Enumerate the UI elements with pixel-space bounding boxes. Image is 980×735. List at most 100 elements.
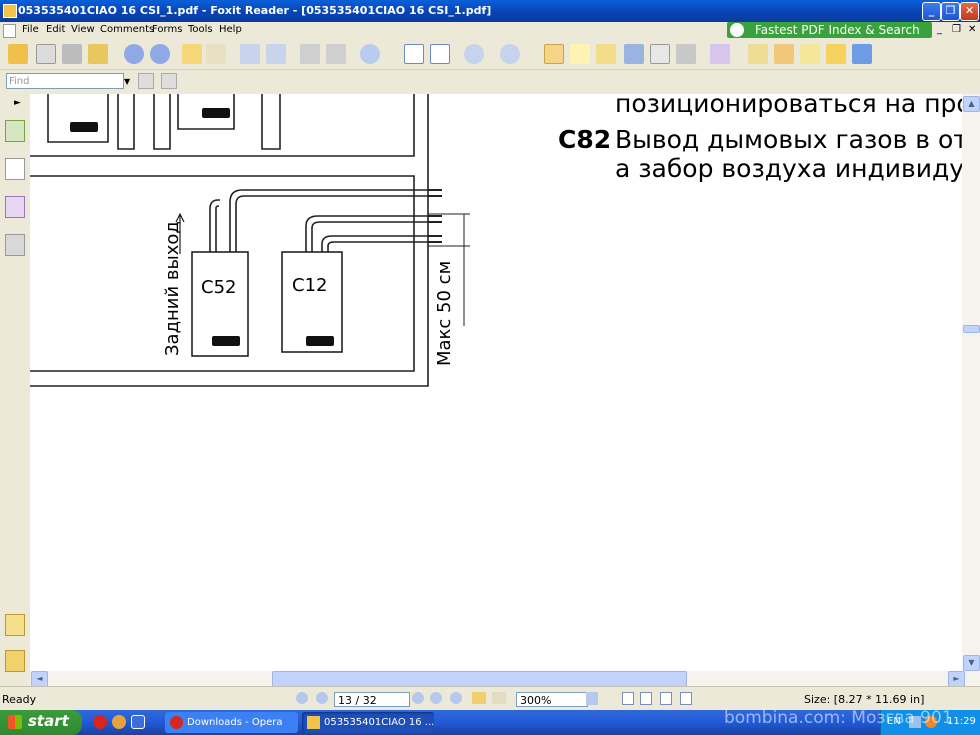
menu-forms[interactable]: Forms [152,24,182,35]
doc-text-line3: а забор воздуха индивидуа. [615,154,962,183]
scroll-up-icon[interactable]: ▲ [963,96,980,112]
select-annotation-icon[interactable] [596,44,616,64]
doc-restore-button[interactable]: ❐ [952,24,961,35]
task-opera[interactable]: Downloads - Opera [165,712,298,733]
boiler-display-icon [70,122,98,132]
next-page-status-icon[interactable] [430,692,442,704]
title-bar[interactable]: 053535401CIAO 16 CSI_1.pdf - Foxit Reade… [0,0,980,22]
opera-quicklaunch-icon[interactable] [93,715,107,729]
prev-page-icon[interactable] [316,692,328,704]
save-icon[interactable] [36,44,56,64]
scroll-thumb[interactable] [963,325,980,333]
close-button[interactable]: ✕ [960,2,979,21]
label-max-50cm: Макс 50 см [434,260,455,366]
email-icon[interactable] [88,44,108,64]
forward-icon[interactable] [206,44,226,64]
find-next-icon[interactable] [161,73,177,89]
vertical-scrollbar[interactable]: ▲ ▼ [962,94,980,671]
previous-page-icon[interactable] [124,44,144,64]
menu-comments[interactable]: Comments [100,24,154,35]
fit-width-icon[interactable] [430,44,450,64]
task-foxit[interactable]: 053535401CIAO 16 ... [302,712,434,733]
boiler-display-icon [306,336,334,346]
doc-text-line1: позиционироваться на прот [615,94,962,118]
doc-close-button[interactable]: ✕ [968,24,976,35]
zoom-in-small-icon[interactable] [500,44,520,64]
find-bar: Find ▼ [0,70,980,94]
comments-icon[interactable] [5,614,25,636]
history-forward-icon[interactable] [492,692,506,704]
select-text-icon[interactable] [570,44,590,64]
history-back-icon[interactable] [472,692,486,704]
hscroll-thumb[interactable] [272,671,687,687]
foxit-app-icon [3,4,17,18]
first-page-icon[interactable] [296,692,308,704]
start-button[interactable]: start [0,710,82,735]
attachments-icon[interactable] [5,650,25,672]
bookmarks-icon[interactable] [5,120,25,142]
scroll-left-icon[interactable]: ◄ [31,671,48,687]
document-view[interactable]: позиционироваться на прот C82 Вывод дымо… [30,94,962,671]
extract-page-icon[interactable] [240,44,260,64]
find-previous-icon[interactable] [138,73,154,89]
facing-icon[interactable] [660,692,672,705]
back-icon[interactable] [182,44,202,64]
doc-code-c82: C82 [558,125,612,154]
continuous-icon[interactable] [640,692,652,705]
scroll-down-icon[interactable]: ▼ [963,655,980,671]
window-title: 053535401CIAO 16 CSI_1.pdf - Foxit Reade… [18,4,492,17]
continuous-facing-icon[interactable] [680,692,692,705]
note-icon[interactable] [710,44,730,64]
expand-panel-icon[interactable]: ► [14,98,21,108]
boiler-display-icon [202,108,230,118]
pencil-icon[interactable] [774,44,794,64]
zoom-in-icon[interactable] [360,44,380,64]
undo-icon[interactable] [300,44,320,64]
redo-icon[interactable] [326,44,346,64]
layers-icon[interactable] [5,234,25,256]
zoom-out-icon[interactable] [464,44,484,64]
next-page-icon[interactable] [150,44,170,64]
scroll-right-icon[interactable]: ► [948,671,965,687]
menu-file[interactable]: File [22,24,39,35]
zoom-dropdown-icon[interactable] [586,692,598,705]
textbox-icon[interactable] [800,44,820,64]
open-icon[interactable] [8,44,28,64]
insert-page-icon[interactable] [266,44,286,64]
doc-minimize-button[interactable]: _ [937,24,942,35]
highlight-icon[interactable] [748,44,768,64]
fit-page-icon[interactable] [404,44,424,64]
chrome-quicklaunch-icon[interactable] [112,715,126,729]
boiler-display-icon [212,336,240,346]
last-page-icon[interactable] [450,692,462,704]
snapshot-icon[interactable] [676,44,696,64]
menu-view[interactable]: View [71,24,95,35]
arrow-icon[interactable] [852,44,872,64]
print-icon[interactable] [62,44,82,64]
menu-tools[interactable]: Tools [188,24,213,35]
maximize-button[interactable]: ❐ [941,2,960,21]
menu-help[interactable]: Help [219,24,242,35]
typewriter-icon[interactable] [650,44,670,64]
label-rear-exit: Задний выход [162,221,183,356]
horizontal-scrollbar[interactable]: ◄ ► [30,671,980,687]
find-dropdown-icon[interactable]: ▼ [124,77,130,86]
single-page-icon[interactable] [622,692,634,705]
doc-text-line2: Вывод дымовых газов в отд [615,125,962,154]
page-number-input[interactable]: 13 / 32 [334,692,410,707]
search-globe-icon [730,23,744,37]
find-input[interactable]: Find [6,73,124,89]
callout-icon[interactable] [826,44,846,64]
task-foxit-label: 053535401CIAO 16 ... [324,717,434,728]
zoom-input[interactable]: 300% [516,692,588,707]
menu-edit[interactable]: Edit [46,24,65,35]
page-dropdown-icon[interactable] [412,692,424,704]
find-icon[interactable] [624,44,644,64]
main-toolbar [0,39,980,70]
pages-icon[interactable] [5,158,25,180]
ad-banner[interactable]: Fastest PDF Index & Search [727,22,932,38]
hand-tool-icon[interactable] [544,44,564,64]
annotations-icon[interactable] [5,196,25,218]
desktop-quicklaunch-icon[interactable] [131,715,145,729]
minimize-button[interactable]: _ [922,2,941,21]
